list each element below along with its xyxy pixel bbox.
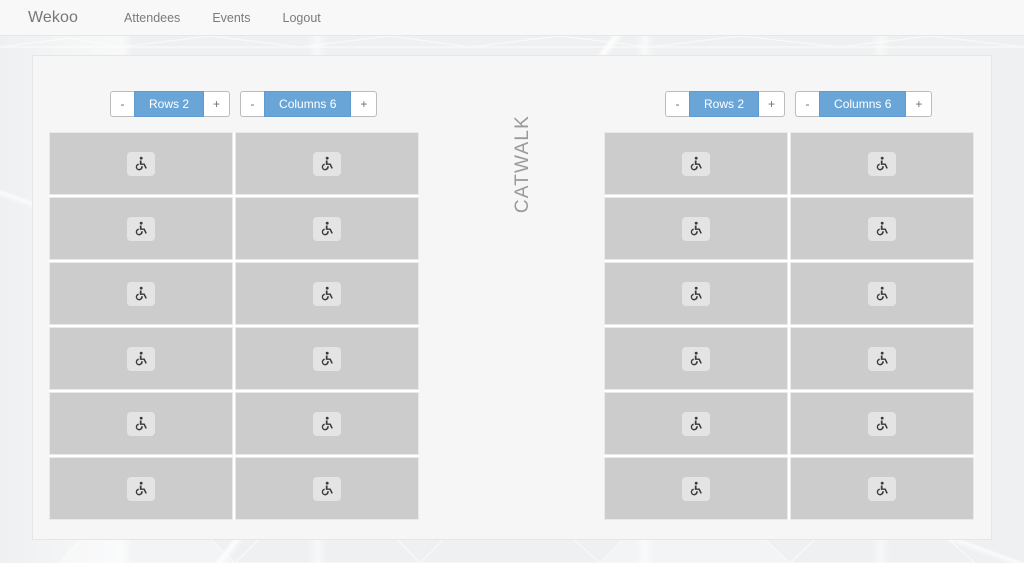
wheelchair-accessible-icon — [682, 151, 710, 176]
wheelchair-accessible-icon — [682, 411, 710, 436]
columns-value-left[interactable]: Columns 6 — [264, 91, 352, 117]
seat-cell[interactable] — [604, 392, 788, 455]
wheelchair-accessible-icon — [682, 281, 710, 306]
columns-decrement-button-left[interactable]: - — [240, 91, 265, 117]
rows-stepper-left: - Rows 2 + — [110, 91, 231, 117]
rows-decrement-button-right[interactable]: - — [665, 91, 689, 117]
seat-cell[interactable] — [790, 457, 974, 520]
seat-cell[interactable] — [790, 132, 974, 195]
seat-column — [604, 132, 788, 520]
rows-stepper-right: - Rows 2 + — [665, 91, 786, 117]
nav-link-events[interactable]: Events — [196, 11, 266, 25]
seat-cell[interactable] — [49, 262, 233, 325]
seat-cell[interactable] — [604, 197, 788, 260]
wheelchair-accessible-icon — [682, 216, 710, 241]
wheelchair-accessible-icon — [868, 151, 896, 176]
rows-decrement-button-left[interactable]: - — [110, 91, 134, 117]
seating-editor-panel: - Rows 2 + - Columns 6 + - Rows 2 + - Co… — [32, 55, 992, 540]
columns-value-right[interactable]: Columns 6 — [819, 91, 907, 117]
seat-cell[interactable] — [790, 392, 974, 455]
seat-cell[interactable] — [49, 197, 233, 260]
columns-increment-button-right[interactable]: + — [906, 91, 933, 117]
seat-cell[interactable] — [235, 457, 419, 520]
wheelchair-accessible-icon — [868, 476, 896, 501]
nav-link-logout[interactable]: Logout — [267, 11, 337, 25]
wheelchair-accessible-icon — [127, 216, 155, 241]
seat-column — [49, 132, 233, 520]
seat-cell[interactable] — [604, 132, 788, 195]
seat-column — [790, 132, 974, 520]
wheelchair-accessible-icon — [127, 476, 155, 501]
seat-cell[interactable] — [790, 262, 974, 325]
wheelchair-accessible-icon — [313, 411, 341, 436]
columns-stepper-right: - Columns 6 + — [795, 91, 933, 117]
wheelchair-accessible-icon — [127, 411, 155, 436]
wheelchair-accessible-icon — [868, 281, 896, 306]
wheelchair-accessible-icon — [868, 346, 896, 371]
columns-increment-button-left[interactable]: + — [351, 91, 378, 117]
top-navbar: Wekoo Attendees Events Logout — [0, 0, 1024, 36]
catwalk-label-text: CATWALK — [512, 114, 533, 214]
seat-cell[interactable] — [604, 262, 788, 325]
seat-cell[interactable] — [790, 327, 974, 390]
seat-cell[interactable] — [49, 132, 233, 195]
rows-increment-button-left[interactable]: + — [204, 91, 231, 117]
wheelchair-accessible-icon — [127, 346, 155, 371]
seat-cell[interactable] — [235, 132, 419, 195]
seat-cell[interactable] — [790, 197, 974, 260]
seating-grid-left — [49, 132, 419, 520]
seat-cell[interactable] — [235, 262, 419, 325]
wheelchair-accessible-icon — [313, 281, 341, 306]
wheelchair-accessible-icon — [313, 151, 341, 176]
wheelchair-accessible-icon — [682, 346, 710, 371]
wheelchair-accessible-icon — [313, 346, 341, 371]
wheelchair-accessible-icon — [868, 411, 896, 436]
seat-cell[interactable] — [49, 392, 233, 455]
primary-nav: Attendees Events Logout — [108, 11, 337, 25]
catwalk-label: CATWALK — [511, 84, 535, 244]
brand-logo[interactable]: Wekoo — [28, 9, 78, 27]
nav-link-attendees[interactable]: Attendees — [108, 11, 196, 25]
seat-cell[interactable] — [235, 392, 419, 455]
seat-cell[interactable] — [49, 457, 233, 520]
rows-increment-button-right[interactable]: + — [759, 91, 786, 117]
columns-decrement-button-right[interactable]: - — [795, 91, 820, 117]
rows-value-left[interactable]: Rows 2 — [134, 91, 205, 117]
seat-cell[interactable] — [235, 327, 419, 390]
seat-cell[interactable] — [49, 327, 233, 390]
wheelchair-accessible-icon — [313, 216, 341, 241]
columns-stepper-left: - Columns 6 + — [240, 91, 378, 117]
wheelchair-accessible-icon — [127, 151, 155, 176]
wheelchair-accessible-icon — [682, 476, 710, 501]
wheelchair-accessible-icon — [313, 476, 341, 501]
seating-controls-left: - Rows 2 + - Columns 6 + — [110, 91, 378, 117]
seating-controls-right: - Rows 2 + - Columns 6 + — [665, 91, 933, 117]
seat-cell[interactable] — [235, 197, 419, 260]
seat-cell[interactable] — [604, 327, 788, 390]
rows-value-right[interactable]: Rows 2 — [689, 91, 760, 117]
wheelchair-accessible-icon — [127, 281, 155, 306]
wheelchair-accessible-icon — [868, 216, 896, 241]
seat-column — [235, 132, 419, 520]
seating-grid-right — [604, 132, 974, 520]
seat-cell[interactable] — [604, 457, 788, 520]
